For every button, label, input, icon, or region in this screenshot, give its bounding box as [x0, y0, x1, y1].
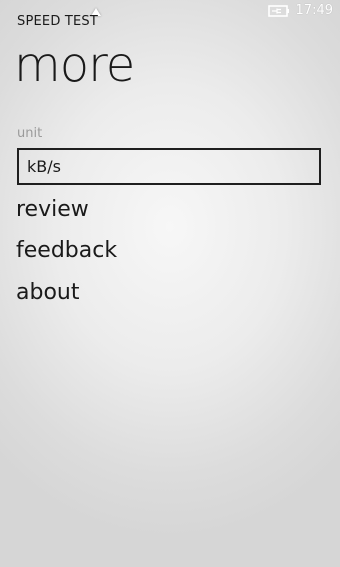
unit-label: unit: [17, 126, 43, 141]
app-title: SPEED TEST: [17, 14, 99, 29]
unit-value: kB/s: [27, 157, 61, 176]
battery-charging-icon: [268, 5, 289, 17]
page-title: more: [14, 37, 135, 93]
status-time: 17:49: [295, 3, 333, 18]
feedback-link[interactable]: feedback: [16, 238, 117, 263]
unit-picker[interactable]: kB/s: [17, 148, 321, 185]
about-link[interactable]: about: [16, 280, 79, 305]
review-link[interactable]: review: [16, 197, 89, 222]
